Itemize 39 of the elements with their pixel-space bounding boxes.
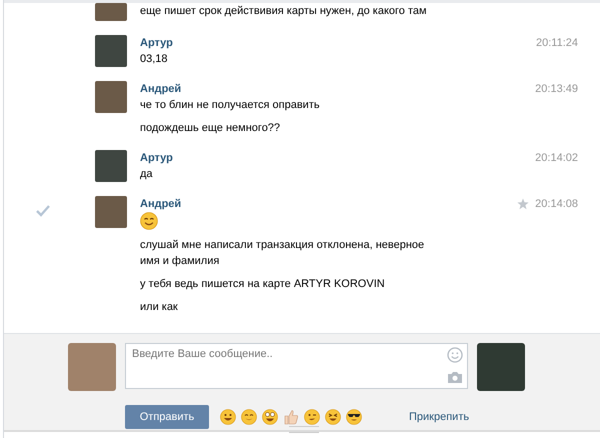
avatar-photo[interactable]: [95, 81, 127, 113]
avatar-photo[interactable]: [95, 150, 127, 182]
send-button[interactable]: Отправить: [125, 404, 209, 428]
message-text: 03,18: [140, 52, 169, 67]
avatar-photo[interactable]: [95, 35, 127, 67]
message-text: еще пишет срок действивия карты нужен, до какого там: [140, 4, 428, 19]
message-time: 20:14:08: [535, 197, 578, 212]
avatar-photo[interactable]: [95, 3, 127, 21]
message-time: 20:14:02: [535, 151, 578, 166]
message-text: да: [140, 167, 154, 182]
message-input[interactable]: Введите Ваше сообщение..: [125, 343, 468, 389]
squint-emoji-icon[interactable]: [325, 408, 341, 424]
message-time: 20:11:24: [536, 36, 578, 51]
author-name[interactable]: Артур: [140, 152, 173, 164]
wink-emoji-icon[interactable]: [304, 408, 320, 424]
message-text: или как: [140, 300, 179, 315]
resize-handle[interactable]: [289, 426, 319, 433]
star-icon[interactable]: [517, 198, 530, 210]
sunglasses-emoji-icon[interactable]: [346, 408, 362, 424]
check-icon[interactable]: [36, 205, 50, 217]
smiley-icon[interactable]: [447, 347, 463, 363]
avatar-photo[interactable]: [68, 343, 116, 391]
camera-icon[interactable]: [447, 369, 463, 385]
message-text: у тебя ведь пишется на карте ARTYR KOROVIN: [140, 277, 386, 292]
thumbs-up-icon[interactable]: [283, 408, 299, 424]
laughing-emoji-icon[interactable]: [262, 408, 278, 424]
avatar-photo[interactable]: [477, 343, 525, 391]
attach-link[interactable]: Прикрепить: [409, 410, 470, 422]
author-name[interactable]: Артур: [140, 37, 173, 49]
smile-emoji-icon[interactable]: [241, 408, 257, 424]
message-text: слушай мне написали транзакция отклонена, неверное имя и фамилия: [140, 238, 426, 269]
smiley-icon: [140, 212, 158, 230]
message-time: 20:13:49: [535, 82, 578, 97]
grin-emoji-icon[interactable]: [220, 408, 236, 424]
author-name[interactable]: Андрей: [140, 198, 182, 210]
message-text: че то блин не получается оправить: [140, 98, 321, 113]
avatar-photo[interactable]: [95, 196, 127, 228]
message-text: подождешь еще немного??: [140, 121, 282, 136]
author-name[interactable]: Андрей: [140, 83, 182, 95]
